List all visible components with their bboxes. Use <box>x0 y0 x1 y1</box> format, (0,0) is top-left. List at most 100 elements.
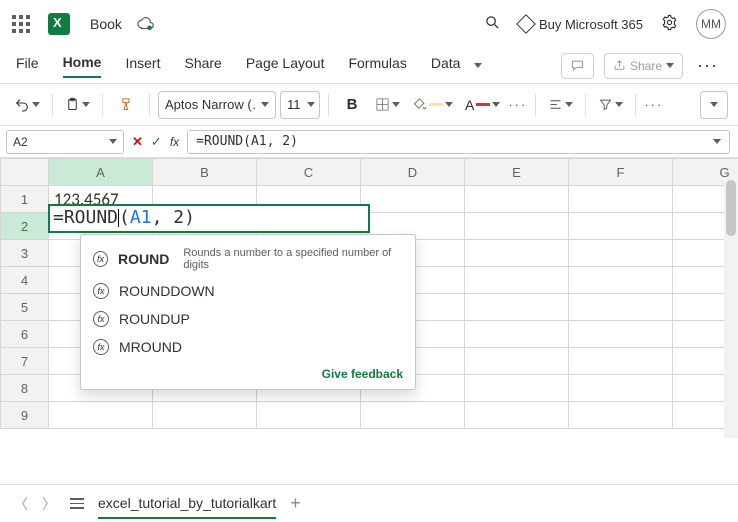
app-launcher-icon[interactable] <box>12 15 30 33</box>
search-icon[interactable] <box>484 14 501 34</box>
cell[interactable] <box>465 213 569 240</box>
column-header[interactable]: B <box>153 159 257 186</box>
cell[interactable] <box>153 402 257 429</box>
formula-input[interactable]: =ROUND(A1, 2) <box>187 130 730 154</box>
column-header[interactable]: E <box>465 159 569 186</box>
cell[interactable] <box>569 348 673 375</box>
comments-button[interactable] <box>561 53 594 79</box>
cell[interactable] <box>569 267 673 294</box>
tab-home[interactable]: Home <box>63 54 102 78</box>
fill-color-button[interactable] <box>408 91 457 119</box>
row-header[interactable]: 4 <box>1 267 49 294</box>
row-header[interactable]: 2 <box>1 213 49 240</box>
paste-button[interactable] <box>61 91 94 119</box>
undo-button[interactable] <box>10 91 44 119</box>
autocomplete-item[interactable]: fx MROUND <box>81 333 415 361</box>
cancel-formula-icon[interactable]: ✕ <box>132 134 143 150</box>
accept-formula-icon[interactable]: ✓ <box>151 134 162 150</box>
collapse-ribbon-button[interactable] <box>700 91 728 119</box>
row-header[interactable]: 6 <box>1 321 49 348</box>
font-family-value: Aptos Narrow (… <box>165 97 255 112</box>
select-all-corner[interactable] <box>1 159 49 186</box>
cell[interactable] <box>465 348 569 375</box>
tab-formulas[interactable]: Formulas <box>348 55 406 77</box>
function-icon: fx <box>93 311 109 327</box>
format-painter-button[interactable] <box>111 91 141 119</box>
ribbon-overflow-icon[interactable]: ··· <box>693 55 722 76</box>
column-header[interactable]: C <box>257 159 361 186</box>
cell[interactable] <box>569 186 673 213</box>
font-color-button[interactable]: A <box>461 91 504 119</box>
autocomplete-item[interactable]: fx ROUNDUP <box>81 305 415 333</box>
row-header[interactable]: 8 <box>1 375 49 402</box>
borders-button[interactable] <box>371 91 404 119</box>
row-header[interactable]: 7 <box>1 348 49 375</box>
add-sheet-button[interactable]: + <box>290 493 301 514</box>
autocomplete-item-name: ROUNDDOWN <box>119 283 215 299</box>
chevron-down-icon <box>32 102 40 107</box>
expand-formula-bar-icon[interactable] <box>713 139 721 144</box>
cell[interactable] <box>569 375 673 402</box>
all-sheets-icon[interactable] <box>70 498 84 509</box>
function-icon: fx <box>93 251 108 267</box>
worksheet-grid[interactable]: A B C D E F G 1 123.4567 2 3 4 5 6 <box>0 158 738 460</box>
font-family-selector[interactable]: Aptos Narrow (… <box>158 91 276 119</box>
tab-data[interactable]: Data <box>431 55 461 77</box>
account-avatar[interactable]: MM <box>696 9 726 39</box>
saved-to-cloud-icon[interactable] <box>130 15 154 33</box>
cell[interactable] <box>465 294 569 321</box>
cell[interactable] <box>465 240 569 267</box>
vertical-scrollbar[interactable] <box>724 178 738 438</box>
name-box[interactable]: A2 <box>6 130 124 154</box>
cell[interactable] <box>465 375 569 402</box>
column-header[interactable]: A <box>49 159 153 186</box>
column-header[interactable]: D <box>361 159 465 186</box>
cell[interactable] <box>49 402 153 429</box>
filter-button[interactable] <box>594 91 627 119</box>
tab-page-layout[interactable]: Page Layout <box>246 55 325 77</box>
row-header[interactable]: 5 <box>1 294 49 321</box>
column-header[interactable]: F <box>569 159 673 186</box>
cell[interactable] <box>465 402 569 429</box>
font-group-overflow-icon[interactable]: ··· <box>508 97 527 112</box>
autocomplete-feedback-link[interactable]: Give feedback <box>81 361 415 383</box>
settings-icon[interactable] <box>661 14 678 34</box>
cell[interactable] <box>569 321 673 348</box>
cell[interactable] <box>361 402 465 429</box>
fill-color-swatch <box>429 103 443 106</box>
autocomplete-item[interactable]: fx ROUND Rounds a number to a specified … <box>81 241 415 277</box>
cell[interactable] <box>257 402 361 429</box>
next-sheet-button[interactable]: 〉 <box>42 494 56 514</box>
fx-icon[interactable]: fx <box>170 135 179 149</box>
cell[interactable] <box>465 267 569 294</box>
cell[interactable] <box>569 402 673 429</box>
tab-share[interactable]: Share <box>184 55 221 77</box>
font-color-swatch <box>476 103 490 106</box>
chevron-down-icon <box>710 102 718 107</box>
toolbar-overflow-icon[interactable]: ··· <box>644 97 663 112</box>
cell[interactable] <box>569 240 673 267</box>
cell-editor[interactable]: =ROUND(A1, 2) <box>48 204 370 233</box>
buy-m365-button[interactable]: Buy Microsoft 365 <box>519 17 643 32</box>
tab-file[interactable]: File <box>16 55 39 77</box>
ribbon-tabs: File Home Insert Share Page Layout Formu… <box>0 48 738 84</box>
cell[interactable] <box>465 321 569 348</box>
more-tabs-icon[interactable] <box>474 63 482 68</box>
prev-sheet-button[interactable]: 〈 <box>14 494 28 514</box>
alignment-button[interactable] <box>544 91 577 119</box>
document-name[interactable]: Book <box>90 16 122 32</box>
tab-insert[interactable]: Insert <box>125 55 160 77</box>
row-header[interactable]: 1 <box>1 186 49 213</box>
share-button[interactable]: Share <box>604 53 683 79</box>
cell[interactable] <box>361 186 465 213</box>
autocomplete-item[interactable]: fx ROUNDDOWN <box>81 277 415 305</box>
row-header[interactable]: 9 <box>1 402 49 429</box>
scrollbar-thumb[interactable] <box>726 180 736 236</box>
font-size-selector[interactable]: 11 <box>280 91 320 119</box>
bold-button[interactable]: B <box>337 91 367 119</box>
cell[interactable] <box>569 213 673 240</box>
row-header[interactable]: 3 <box>1 240 49 267</box>
cell[interactable] <box>465 186 569 213</box>
sheet-tab[interactable]: excel_tutorial_by_tutorialkart <box>98 489 276 519</box>
cell[interactable] <box>569 294 673 321</box>
